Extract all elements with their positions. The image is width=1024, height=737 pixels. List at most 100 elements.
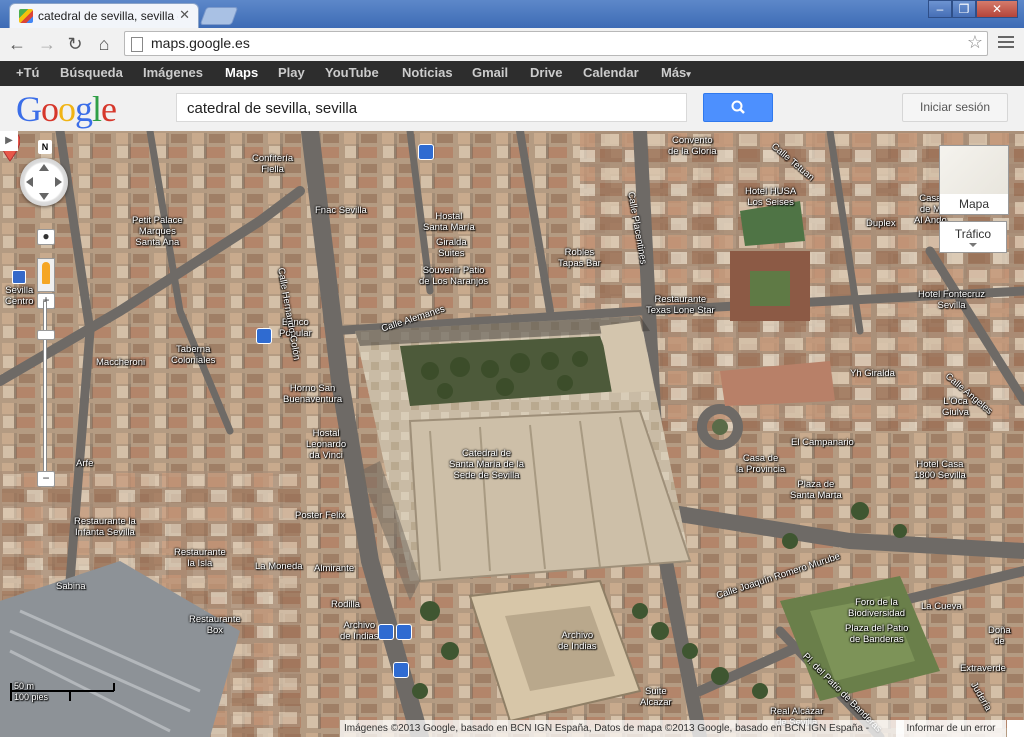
map-place-label[interactable]: Extraverde xyxy=(960,663,1006,674)
map-place-label[interactable]: Convento de la Gloria xyxy=(668,135,717,157)
bookmark-star-icon[interactable]: ☆ xyxy=(967,32,983,53)
map-place-label[interactable]: Restaurante la Infanta Sevilla xyxy=(74,516,136,538)
close-window-button[interactable]: ✕ xyxy=(976,0,1018,18)
map-place-label[interactable]: Taberna Coloniales xyxy=(171,344,215,366)
pan-control[interactable] xyxy=(20,158,68,206)
map-place-label[interactable]: Archivo de Indias xyxy=(340,620,379,642)
back-arrow-icon[interactable]: ← xyxy=(6,33,28,55)
logo-letter: l xyxy=(92,89,102,129)
map-place-label[interactable]: Duplex xyxy=(866,218,896,229)
map-place-label[interactable]: Robles Tapas Bar xyxy=(558,247,601,269)
zoom-slider-handle[interactable] xyxy=(37,330,55,340)
google-logo[interactable]: Google xyxy=(16,88,117,130)
map-place-label[interactable]: Archivo de Indias xyxy=(558,630,597,652)
logo-letter: g xyxy=(75,89,93,129)
minimize-button[interactable]: – xyxy=(928,0,952,18)
map-place-label[interactable]: Plaza del Patio de Banderas xyxy=(845,623,908,645)
rotate-icon[interactable]: ● xyxy=(37,229,55,245)
traffic-layer-button[interactable]: Tráfico xyxy=(939,221,1007,253)
map-place-label[interactable]: Restaurante Texas Lone Star xyxy=(646,294,715,316)
reload-icon[interactable]: ↻ xyxy=(64,33,86,55)
map-place-label[interactable]: Horno San Buenaventura xyxy=(283,383,342,405)
map-place-label[interactable]: Sabina xyxy=(56,581,86,592)
restore-button[interactable]: ❐ xyxy=(952,0,976,18)
search-input[interactable] xyxy=(185,99,679,118)
train-station-icon[interactable] xyxy=(12,270,26,284)
tram-stop-icon[interactable] xyxy=(418,144,434,160)
pan-arrows-icon xyxy=(26,164,62,200)
map-place-label[interactable]: Casa de la Provincia xyxy=(736,453,785,475)
traffic-caret-icon xyxy=(969,243,977,247)
expand-panel-icon[interactable]: ▶ xyxy=(0,131,18,151)
map-place-label[interactable]: Foro de la Biodiversidad xyxy=(848,597,905,619)
page-icon xyxy=(131,37,143,52)
traffic-label: Tráfico xyxy=(954,227,992,241)
url-input[interactable] xyxy=(149,34,953,52)
map-place-label[interactable]: Yh Giralda xyxy=(850,368,895,379)
gbar-item-play[interactable]: Play xyxy=(278,65,305,80)
forward-arrow-icon[interactable]: → xyxy=(36,33,58,55)
search-button[interactable] xyxy=(703,93,773,122)
home-icon[interactable]: ⌂ xyxy=(93,33,115,55)
tab-title: catedral de sevilla, sevilla - G xyxy=(38,9,178,23)
map-place-label[interactable]: Petit Palace Marques Santa Ana xyxy=(132,215,183,248)
map-place-label[interactable]: Plaza de Santa Marta xyxy=(790,479,842,501)
map-place-label[interactable]: Almirante xyxy=(314,563,354,574)
scale-bar: 50 m 100 pies xyxy=(10,681,116,702)
map-place-label[interactable]: Hotel Fontecruz Sevilla xyxy=(918,289,985,311)
gbar-item-noticias[interactable]: Noticias xyxy=(402,65,453,80)
search-box[interactable] xyxy=(176,93,687,122)
street-view-pegman-icon[interactable] xyxy=(37,258,55,292)
map-place-label[interactable]: Arfe xyxy=(76,458,93,469)
map-place-label[interactable]: Hostal Santa María xyxy=(423,211,475,233)
map-place-label[interactable]: Doña de xyxy=(988,625,1011,647)
map-place-label[interactable]: Suite Alcazar xyxy=(640,686,672,708)
bus-stop-icon[interactable] xyxy=(256,328,272,344)
map-place-label[interactable]: L'Oca Giulva xyxy=(942,396,969,418)
mas-label: Más xyxy=(661,65,687,80)
map-place-label[interactable]: Maccheroni xyxy=(96,357,145,368)
signin-button[interactable]: Iniciar sesión xyxy=(902,93,1008,122)
map-type-toggle[interactable]: Mapa xyxy=(939,145,1009,215)
map-place-label[interactable]: Giralda Suites xyxy=(436,237,467,259)
map-place-label[interactable]: Hotel Casa 1800 Sevilla xyxy=(914,459,966,481)
map-place-label[interactable]: Restaurante la Isla xyxy=(174,547,226,569)
browser-tab[interactable]: catedral de sevilla, sevilla - G ✕ xyxy=(9,3,199,28)
map-place-label[interactable]: La Moneda xyxy=(255,561,303,572)
map-place-label[interactable]: Hotel HUSA Los Seises xyxy=(745,186,796,208)
map-place-label[interactable]: Rodilla xyxy=(331,599,360,610)
gbar-item-mas[interactable]: Más▾ xyxy=(661,65,691,80)
logo-letter: e xyxy=(101,89,117,129)
google-header: Google Iniciar sesión xyxy=(0,86,1024,132)
gbar-item-drive[interactable]: Drive xyxy=(530,65,563,80)
bus-stop-icon[interactable] xyxy=(378,624,394,640)
map-place-label[interactable]: La Cueva xyxy=(921,601,962,612)
map-place-label[interactable]: Fnac Sevilla xyxy=(315,205,367,216)
map-place-label[interactable]: Catedral de Santa María de la Sede de Se… xyxy=(449,448,524,481)
report-error-link[interactable]: Informar de un error xyxy=(896,720,1006,737)
gbar-item-gmail[interactable]: Gmail xyxy=(472,65,508,80)
map-place-label[interactable]: Sevilla Centro xyxy=(5,285,34,307)
map-place-label[interactable]: Souvenir Patio de Los Naranjos xyxy=(419,265,488,287)
map-place-label[interactable]: Poster Felix xyxy=(295,510,345,521)
map-place-label[interactable]: Restaurante Box xyxy=(189,614,241,636)
zoom-slider[interactable] xyxy=(43,301,47,477)
resize-corner-icon[interactable] xyxy=(1007,720,1024,737)
chrome-menu-icon[interactable] xyxy=(998,36,1014,51)
map-place-label[interactable]: Confitería Fiella xyxy=(252,153,293,175)
bus-stop-icon[interactable] xyxy=(393,662,409,678)
gbar-item-busqueda[interactable]: Búsqueda xyxy=(60,65,123,80)
gbar-item-youtube[interactable]: YouTube xyxy=(325,65,379,80)
map-canvas[interactable]: Convento de la Gloria Confitería Fiella Ho… xyxy=(0,131,1024,737)
new-tab-button[interactable] xyxy=(199,7,239,25)
close-tab-icon[interactable]: ✕ xyxy=(179,7,190,23)
address-bar[interactable]: ☆ xyxy=(124,31,988,56)
gbar-item-plus-tu[interactable]: +Tú xyxy=(16,65,39,80)
gbar-item-imagenes[interactable]: Imágenes xyxy=(143,65,203,80)
zoom-out-button[interactable]: − xyxy=(37,471,55,487)
gbar-item-calendar[interactable]: Calendar xyxy=(583,65,639,80)
bus-stop-icon[interactable] xyxy=(396,624,412,640)
map-place-label[interactable]: El Campanario xyxy=(791,437,854,448)
gbar-item-maps[interactable]: Maps xyxy=(225,65,258,80)
map-place-label[interactable]: Hostal Leonardo da Vinci xyxy=(306,428,346,461)
